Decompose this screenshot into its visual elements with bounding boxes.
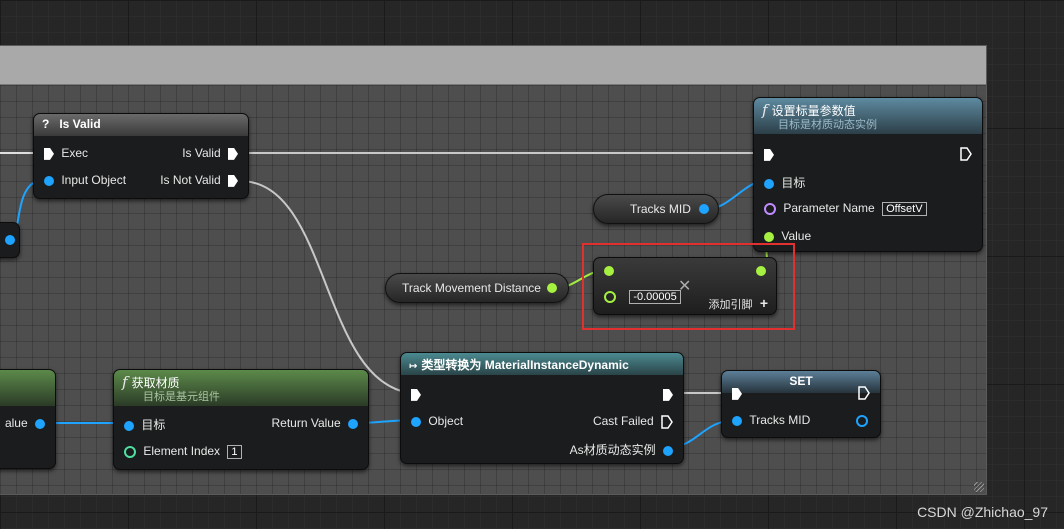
watermark: CSDN @Zhichao_97 <box>917 504 1048 520</box>
is-valid-out-label: Is Valid <box>182 146 221 160</box>
get-material-header[interactable]: f 获取材质 目标是基元组件 <box>114 370 368 406</box>
set-title: SET <box>789 374 813 388</box>
set-header[interactable]: SET <box>722 371 880 393</box>
object-pin-icon <box>348 418 358 429</box>
partial-node-header <box>0 370 55 406</box>
is-valid-title: Is Valid <box>59 117 101 131</box>
exec-out-pin[interactable] <box>663 387 673 401</box>
input-object-pin[interactable]: Input Object <box>44 173 126 187</box>
float-pin-out[interactable] <box>547 283 557 293</box>
exec-in-icon <box>411 388 421 401</box>
exec-out-hollow-icon <box>960 147 972 161</box>
return-value-pin[interactable]: Return Value <box>271 416 358 430</box>
exec-in-pin[interactable] <box>732 386 742 400</box>
exec-in-pin[interactable] <box>764 147 774 161</box>
element-index-label: Element Index <box>143 444 221 458</box>
track-movement-label: Track Movement Distance <box>402 281 541 295</box>
exec-out-icon <box>663 388 673 401</box>
as-output-pin[interactable]: As材质动态实例 <box>570 441 673 458</box>
return-value-pin[interactable]: alue <box>5 416 45 430</box>
object-ring-icon <box>856 414 868 427</box>
object-pin-icon <box>35 418 45 429</box>
name-pin-icon <box>764 202 776 215</box>
object-pin-icon <box>663 445 673 456</box>
is-not-valid-out-pin[interactable]: Is Not Valid <box>160 173 238 187</box>
return-value-partial-label: alue <box>4 416 28 430</box>
set-scalar-header[interactable]: f 设置标量参数值 目标是材质动态实例 <box>754 98 982 134</box>
function-icon: f <box>762 101 768 119</box>
object-pin[interactable]: Object <box>411 414 463 428</box>
cast-icon: ↦ <box>409 361 418 372</box>
parameter-name-pin[interactable]: Parameter Name OffsetV <box>764 201 927 216</box>
cast-failed-pin[interactable]: Cast Failed <box>593 414 673 429</box>
tracks-mid-pin[interactable]: Tracks MID <box>732 413 810 427</box>
exec-out-hollow-icon <box>661 415 673 429</box>
cast-title: 类型转换为 MaterialInstanceDynamic <box>421 358 629 372</box>
target-label: 目标 <box>141 418 166 432</box>
partial-node-bottom[interactable]: alue <box>0 369 56 469</box>
exec-out-icon <box>228 147 238 160</box>
exec-in-icon <box>732 387 742 400</box>
set-scalar-subtitle: 目标是材质动态实例 <box>778 119 877 131</box>
element-index-field[interactable]: 1 <box>227 445 242 459</box>
partial-node-top[interactable] <box>0 222 20 258</box>
object-pin-icon <box>411 416 421 427</box>
as-output-label: As材质动态实例 <box>569 443 656 457</box>
object-pin-icon <box>44 175 54 186</box>
exec-out-icon <box>228 174 238 187</box>
track-movement-distance-getter[interactable]: Track Movement Distance <box>385 273 569 303</box>
question-icon: ? <box>42 117 50 131</box>
highlight-box <box>582 243 795 330</box>
exec-in-label: Exec <box>61 146 89 160</box>
exec-out-pin[interactable] <box>960 147 972 164</box>
float-pin-icon <box>764 231 774 242</box>
cast-header[interactable]: ↦ 类型转换为 MaterialInstanceDynamic <box>401 353 683 375</box>
tracks-mid-getter[interactable]: Tracks MID <box>593 194 719 224</box>
tracks-mid-getter-label: Tracks MID <box>630 202 691 216</box>
exec-in-icon <box>764 148 774 161</box>
exec-out-hollow-icon <box>858 386 870 400</box>
exec-out-pin[interactable] <box>858 386 870 403</box>
get-material-subtitle: 目标是基元组件 <box>143 391 220 403</box>
exec-in-pin[interactable] <box>411 387 421 401</box>
target-pin[interactable]: 目标 <box>124 416 165 433</box>
element-index-pin[interactable]: Element Index 1 <box>124 444 242 459</box>
object-pin-out[interactable] <box>5 235 15 245</box>
object-pin-icon <box>764 178 774 189</box>
is-not-valid-out-label: Is Not Valid <box>160 173 221 187</box>
int-pin-icon <box>124 445 136 458</box>
is-valid-header[interactable]: ? Is Valid <box>34 114 248 136</box>
tracks-mid-out-pin[interactable] <box>856 413 868 427</box>
set-scalar-param-node[interactable]: f 设置标量参数值 目标是材质动态实例 目标 Parameter Name Off… <box>753 97 983 252</box>
object-label: Object <box>428 414 464 428</box>
function-icon: f <box>122 373 128 391</box>
input-object-label: Input Object <box>61 173 127 187</box>
target-pin[interactable]: 目标 <box>764 174 805 191</box>
tracks-mid-label: Tracks MID <box>749 413 811 427</box>
object-pin-icon <box>124 420 134 431</box>
cast-failed-label: Cast Failed <box>592 414 654 428</box>
object-pin-icon <box>732 415 742 426</box>
parameter-name-field[interactable]: OffsetV <box>882 202 927 216</box>
value-pin[interactable]: Value <box>764 229 811 243</box>
return-value-label: Return Value <box>271 416 341 430</box>
get-material-node[interactable]: f 获取材质 目标是基元组件 目标 Element Index 1 Return … <box>113 369 369 470</box>
object-pin-out[interactable] <box>699 204 709 214</box>
exec-in-pin[interactable]: Exec <box>44 146 88 160</box>
target-label: 目标 <box>781 176 806 190</box>
exec-in-icon <box>44 147 54 160</box>
value-label: Value <box>781 229 812 243</box>
is-valid-out-pin[interactable]: Is Valid <box>182 146 238 160</box>
set-node[interactable]: SET Tracks MID <box>721 370 881 438</box>
cast-node[interactable]: ↦ 类型转换为 MaterialInstanceDynamic Object Ca… <box>400 352 684 464</box>
parameter-name-label: Parameter Name <box>783 201 875 215</box>
is-valid-node[interactable]: ? Is Valid Exec Input Object Is Valid Is… <box>33 113 249 199</box>
